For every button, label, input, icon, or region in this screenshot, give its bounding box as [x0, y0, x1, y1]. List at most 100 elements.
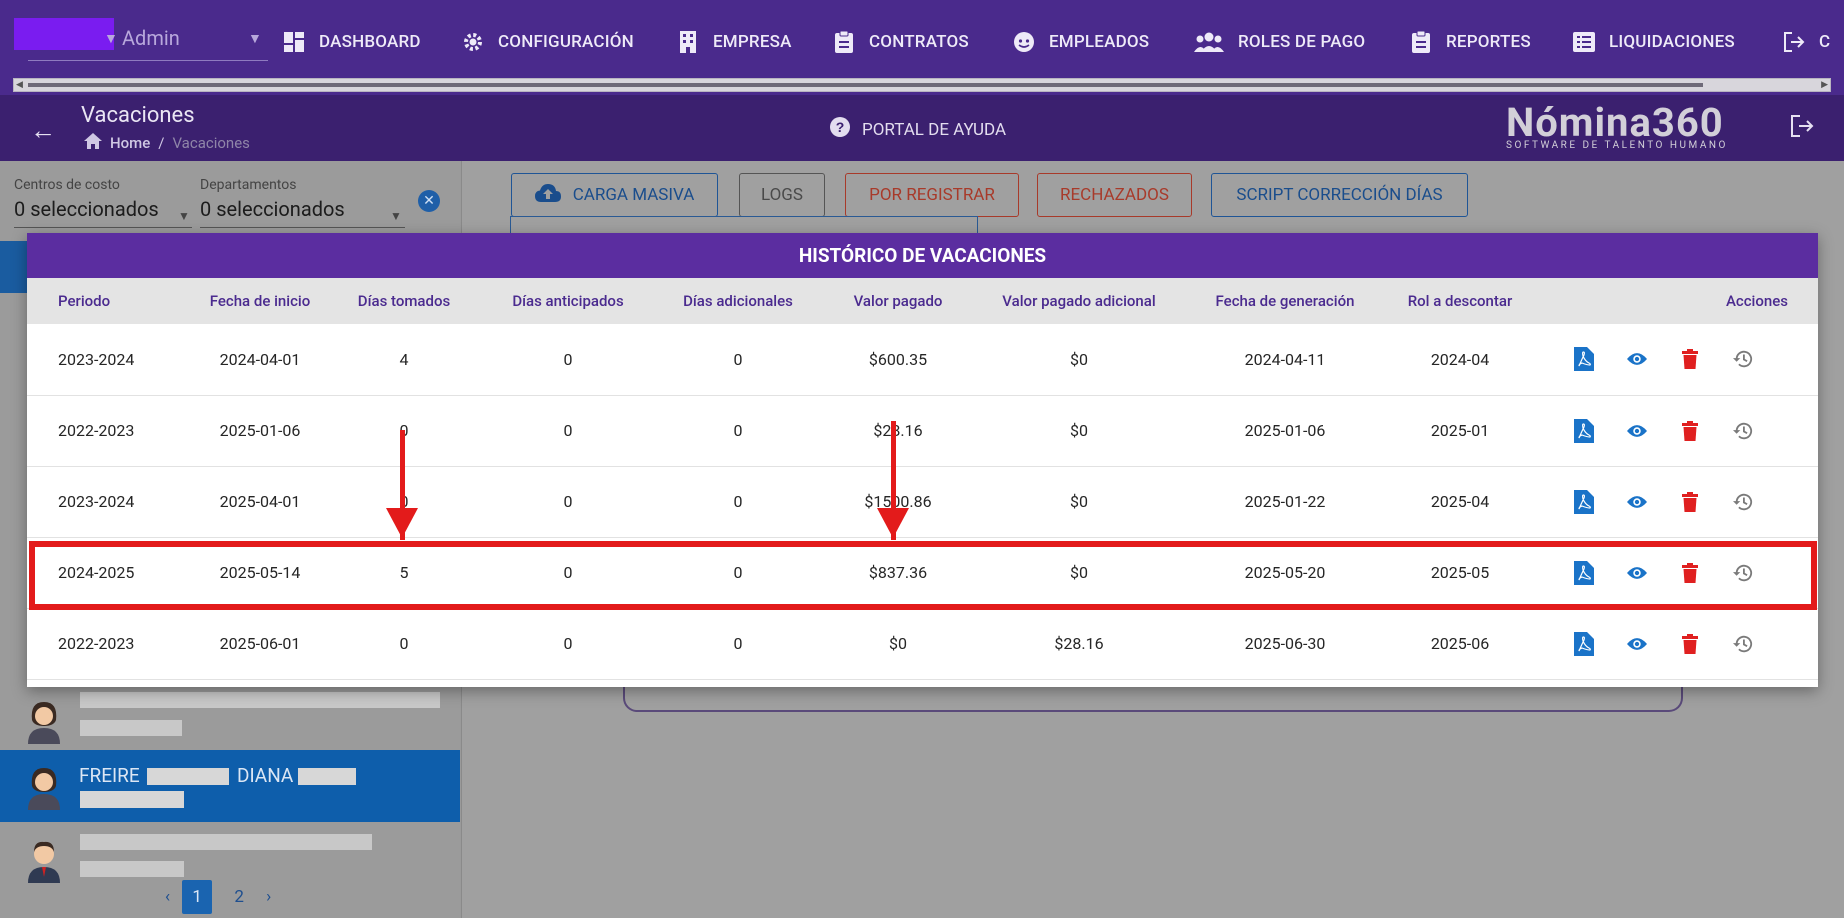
col-header[interactable]: Valor pagado adicional — [973, 278, 1185, 324]
nav-empresa[interactable]: EMPRESA — [677, 24, 792, 60]
logout-icon[interactable] — [1790, 115, 1814, 141]
chevron-down-icon[interactable]: ▼ — [178, 209, 190, 223]
table-cell: 2025-01-22 — [1185, 466, 1385, 538]
help-portal-link[interactable]: ? PORTAL DE AYUDA — [830, 117, 1006, 142]
table-cell: 0 — [483, 466, 653, 538]
redacted-name — [80, 834, 372, 850]
button-label: RECHAZADOS — [1060, 185, 1169, 205]
carga-masiva-button[interactable]: CARGA MASIVA — [511, 173, 718, 217]
centros-costo-value[interactable]: 0 seleccionados — [14, 197, 192, 221]
pdf-icon[interactable] — [1574, 347, 1594, 372]
cloud-upload-icon — [534, 183, 561, 207]
table-cell: $0 — [973, 395, 1185, 467]
actions-cell — [1535, 608, 1818, 680]
table-cell: 0 — [653, 466, 823, 538]
pdf-icon[interactable] — [1574, 631, 1594, 656]
eye-icon[interactable] — [1627, 420, 1647, 442]
history-icon[interactable] — [1733, 348, 1753, 370]
nav-empleados[interactable]: EMPLEADOS — [1013, 24, 1149, 60]
chevron-right-icon[interactable]: › — [266, 887, 271, 907]
history-icon[interactable] — [1733, 633, 1753, 655]
table-cell: 2023-2024 — [27, 324, 195, 396]
por-registrar-button[interactable]: POR REGISTRAR — [845, 173, 1019, 217]
pdf-icon[interactable] — [1574, 489, 1594, 514]
nav-logout[interactable]: C — [1783, 24, 1830, 60]
delete-icon[interactable] — [1680, 491, 1700, 513]
user-selector[interactable]: Admin — [122, 26, 180, 50]
pdf-icon[interactable] — [1574, 418, 1594, 443]
nav-roles-de-pago[interactable]: ROLES DE PAGO — [1194, 24, 1365, 60]
eye-icon[interactable] — [1627, 348, 1647, 370]
employee-list-item-selected[interactable]: FREIRE DIANA — [0, 750, 460, 822]
chevron-left-icon[interactable]: ‹ — [165, 887, 170, 907]
nav-label: REPORTES — [1446, 32, 1531, 52]
face-icon — [1013, 31, 1035, 53]
departamentos-filter[interactable]: Departamentos 0 seleccionados ▼ — [200, 177, 405, 228]
col-header[interactable]: Periodo — [27, 278, 195, 324]
nav-dashboard[interactable]: DASHBOARD — [283, 24, 421, 60]
eye-icon[interactable] — [1627, 633, 1647, 655]
scroll-left-icon[interactable]: ◀ — [16, 80, 23, 90]
help-label: PORTAL DE AYUDA — [862, 119, 1007, 140]
departamentos-value[interactable]: 0 seleccionados — [200, 197, 405, 221]
dashboard-icon — [283, 31, 305, 53]
col-header[interactable]: Días anticipados — [483, 278, 653, 324]
highlight-box — [29, 541, 1817, 610]
page-button[interactable]: 2 — [224, 880, 254, 914]
actions-cell — [1535, 466, 1818, 538]
col-header[interactable]: Días tomados — [325, 278, 483, 324]
employee-name-first: FREIRE — [79, 764, 140, 787]
nav-reportes[interactable]: REPORTES — [1410, 24, 1531, 60]
nav-label: DASHBOARD — [319, 32, 421, 52]
back-arrow-icon[interactable]: ← — [30, 115, 56, 146]
avatar-female-icon — [24, 698, 64, 744]
breadcrumb-separator: / — [158, 134, 165, 152]
table-cell: $28.16 — [823, 395, 973, 467]
list-icon — [1573, 31, 1595, 53]
selected-indicator — [0, 241, 27, 293]
scroll-right-icon[interactable]: ▶ — [1821, 80, 1828, 90]
table-row: 2022-20232025-01-06000$28.16$02025-01-06… — [27, 395, 1818, 467]
col-header[interactable]: Fecha de inicio — [195, 278, 325, 324]
table-cell: 2025-01-06 — [195, 395, 325, 467]
logs-button[interactable]: LOGS — [739, 173, 825, 217]
chevron-down-icon[interactable]: ▼ — [390, 209, 402, 223]
table-cell: 0 — [483, 608, 653, 680]
delete-icon[interactable] — [1680, 420, 1700, 442]
breadcrumb-home[interactable]: Home — [110, 134, 150, 152]
nav-label: C — [1819, 32, 1831, 52]
clear-filter-icon[interactable]: ✕ — [418, 190, 440, 212]
page-button[interactable]: 1 — [182, 880, 213, 914]
brand-logo[interactable] — [14, 18, 114, 50]
table-row: 2023-20242025-04-01000$1500.86$02025-01-… — [27, 466, 1818, 538]
scrollbar-thumb[interactable] — [28, 83, 1703, 87]
horizontal-scrollbar[interactable]: ◀ ▶ — [13, 78, 1831, 92]
home-icon[interactable] — [84, 133, 102, 153]
table-cell: 0 — [483, 395, 653, 467]
nav-contratos[interactable]: CONTRATOS — [833, 24, 969, 60]
departamentos-label: Departamentos — [200, 177, 297, 193]
svg-text:?: ? — [836, 119, 845, 135]
nav-label: CONTRATOS — [869, 32, 969, 52]
history-icon[interactable] — [1733, 420, 1753, 442]
col-header[interactable]: Rol a descontar — [1385, 278, 1535, 324]
chevron-down-icon[interactable]: ▼ — [248, 30, 262, 47]
delete-icon[interactable] — [1680, 348, 1700, 370]
col-header[interactable]: Valor pagado — [823, 278, 973, 324]
script-correccion-button[interactable]: SCRIPT CORRECCIÓN DÍAS — [1211, 173, 1468, 217]
nav-liquidaciones[interactable]: LIQUIDACIONES — [1573, 24, 1735, 60]
delete-icon[interactable] — [1680, 633, 1700, 655]
col-header[interactable]: Fecha de generación — [1185, 278, 1385, 324]
col-header[interactable]: Días adicionales — [653, 278, 823, 324]
nav-configuracion[interactable]: CONFIGURACIÓN — [462, 24, 634, 60]
avatar-female-icon — [24, 764, 64, 810]
centros-costo-filter[interactable]: Centros de costo 0 seleccionados ▼ — [14, 177, 192, 228]
rechazados-button[interactable]: RECHAZADOS — [1037, 173, 1192, 217]
history-icon[interactable] — [1733, 491, 1753, 513]
eye-icon[interactable] — [1627, 491, 1647, 513]
table-cell: 2024-04-01 — [195, 324, 325, 396]
logo-text: Nómina360 — [1506, 99, 1724, 146]
employee-list-item[interactable] — [0, 684, 460, 756]
annotation-arrow-head — [877, 508, 909, 538]
button-label: SCRIPT CORRECCIÓN DÍAS — [1236, 185, 1443, 205]
